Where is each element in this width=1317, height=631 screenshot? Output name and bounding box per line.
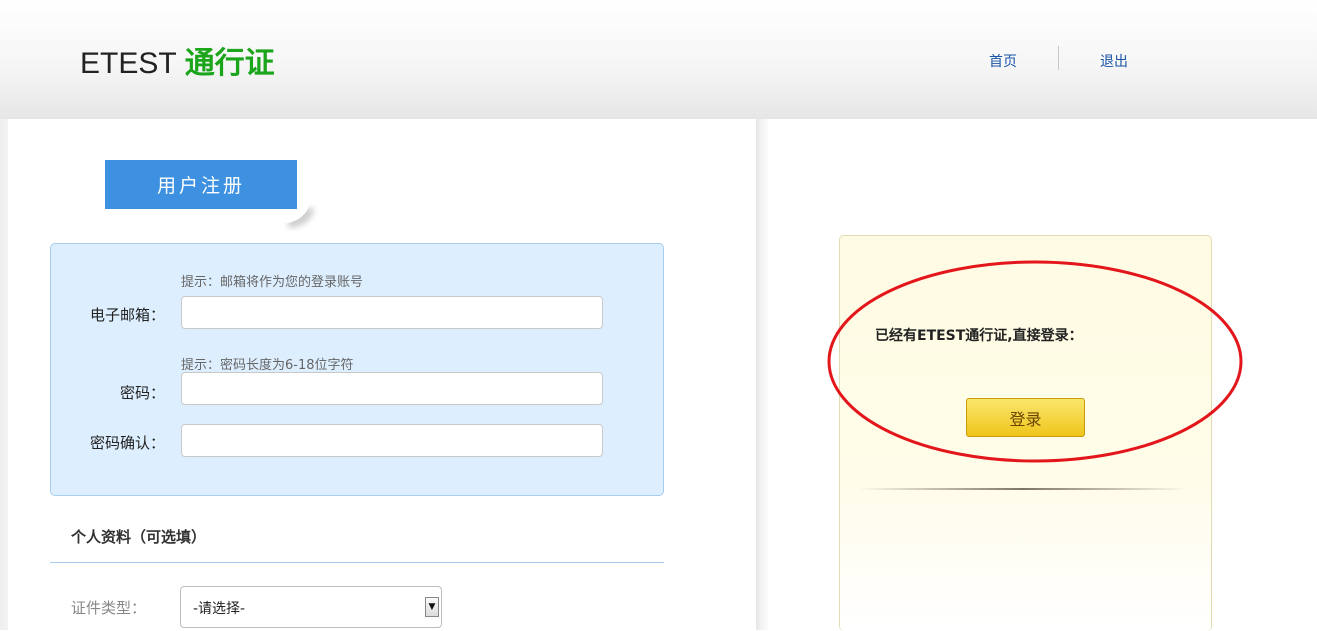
password-field[interactable] [181,372,603,405]
email-label: 电子邮箱： [89,306,165,324]
password-confirm-field[interactable] [181,424,603,457]
login-button[interactable]: 登录 [966,398,1085,437]
email-field[interactable] [181,296,603,329]
nav-separator [1058,46,1059,70]
register-tab-title: 用户注册 [105,160,297,209]
nav-logout-link[interactable]: 退出 [1100,51,1128,71]
panel-divider [756,119,768,630]
card-divider [858,488,1188,490]
nav-home-link[interactable]: 首页 [989,51,1017,71]
dropdown-arrow-icon[interactable]: ▼ [425,597,439,617]
logo: ETEST 通行证 [80,44,275,84]
email-hint: 提示：邮箱将作为您的登录账号 [181,275,364,290]
id-type-select[interactable]: -请选择- ▼ [180,586,442,628]
id-type-selected: -请选择- [193,601,246,617]
logo-brand: ETEST [80,47,177,80]
password-confirm-label: 密码确认： [89,434,165,452]
password-hint: 提示：密码长度为6-18位字符 [181,358,354,373]
profile-section-title: 个人资料（可选填） [71,528,207,546]
logo-tag: 通行证 [184,46,275,81]
id-type-label: 证件类型： [71,599,147,617]
login-prompt: 已经有ETEST通行证,直接登录： [875,328,1083,344]
header: ETEST 通行证 首页 退出 [0,0,1317,119]
password-label: 密码： [119,384,165,402]
section-divider [50,562,664,563]
